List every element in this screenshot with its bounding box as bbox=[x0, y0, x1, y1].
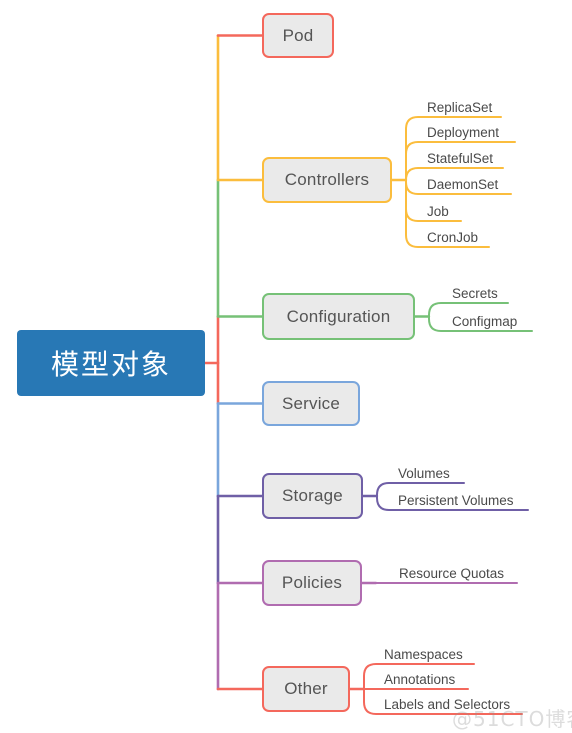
node-label: Storage bbox=[282, 486, 343, 505]
node-policies[interactable]: Policies bbox=[262, 560, 362, 606]
leaf-labels-and-selectors[interactable]: Labels and Selectors bbox=[384, 697, 510, 712]
node-storage[interactable]: Storage bbox=[262, 473, 363, 519]
leaf-statefulset[interactable]: StatefulSet bbox=[427, 151, 493, 166]
node-other[interactable]: Other bbox=[262, 666, 350, 712]
root-node-label: 模型对象 bbox=[50, 348, 171, 381]
node-label: Controllers bbox=[284, 170, 370, 189]
leaf-daemonset[interactable]: DaemonSet bbox=[427, 177, 498, 192]
leaf-annotations[interactable]: Annotations bbox=[384, 672, 455, 687]
leaf-deployment[interactable]: Deployment bbox=[427, 125, 499, 140]
node-controllers[interactable]: Controllers bbox=[262, 157, 392, 203]
leaf-persistent-volumes[interactable]: Persistent Volumes bbox=[398, 493, 514, 508]
node-pod[interactable]: Pod bbox=[262, 13, 334, 58]
node-label: Policies bbox=[281, 573, 343, 592]
node-configuration[interactable]: Configuration bbox=[262, 293, 415, 340]
node-label: Configuration bbox=[286, 306, 391, 326]
mindmap-canvas: Pod Controllers ReplicaSet Deployment Statef… bbox=[0, 0, 572, 733]
node-label: Pod bbox=[282, 25, 314, 45]
leaf-secrets[interactable]: Secrets bbox=[452, 286, 498, 301]
node-service[interactable]: Service bbox=[262, 381, 360, 426]
leaf-replicaset[interactable]: ReplicaSet bbox=[427, 100, 492, 115]
leaf-resource-quotas[interactable]: Resource Quotas bbox=[399, 566, 504, 581]
leaf-cronjob[interactable]: CronJob bbox=[427, 230, 478, 245]
node-label: Other bbox=[284, 679, 328, 698]
leaf-configmap[interactable]: Configmap bbox=[452, 314, 517, 329]
leaf-namespaces[interactable]: Namespaces bbox=[384, 647, 463, 662]
leaf-job[interactable]: Job bbox=[427, 204, 449, 219]
root-node[interactable]: 模型对象 bbox=[17, 330, 205, 396]
leaf-volumes[interactable]: Volumes bbox=[398, 466, 450, 481]
node-label: Service bbox=[281, 393, 341, 413]
